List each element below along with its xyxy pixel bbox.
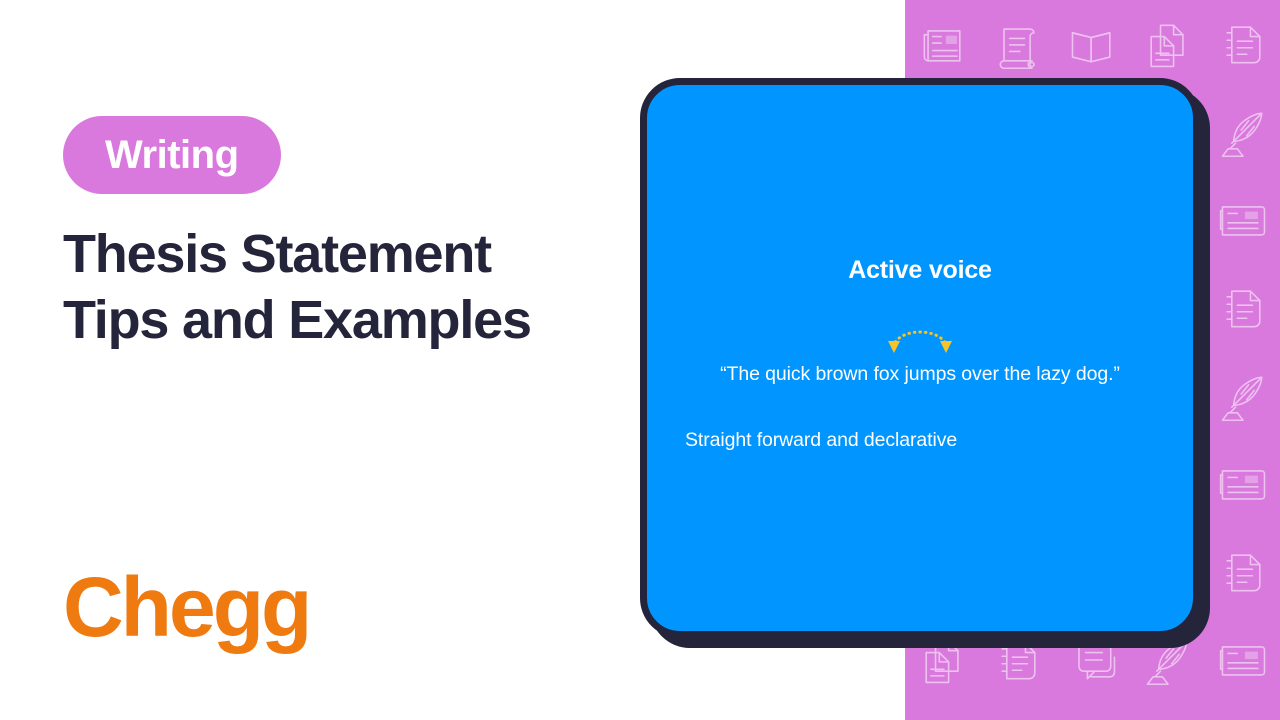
notebook-icon [1215, 16, 1271, 72]
dotted-arc-double-arrow-icon [884, 321, 956, 355]
notebook-icon [1215, 544, 1271, 600]
active-voice-card: Active voice “The quick brown fox jumps … [640, 78, 1200, 638]
card-note: Straight forward and declarative [685, 429, 958, 452]
scroll-icon [990, 16, 1046, 72]
category-badge: Writing [63, 116, 281, 194]
slide-canvas: Active voice “The quick brown fox jumps … [0, 0, 1280, 720]
card-quote: “The quick brown fox jumps over the lazy… [720, 363, 1120, 385]
category-badge-label: Writing [105, 133, 239, 177]
card-heading: Active voice [848, 256, 992, 284]
copy-documents-icon [1140, 16, 1196, 72]
quill-pen-icon [1215, 104, 1271, 160]
notebook-icon [1215, 280, 1271, 336]
quill-pen-icon [1215, 368, 1271, 424]
chegg-logo-text: Chegg [63, 560, 312, 654]
page-title-line-1: Thesis Statement [63, 224, 492, 284]
newspaper-icon [915, 16, 971, 72]
article-card-icon [1215, 192, 1271, 248]
page-title: Thesis Statement Tips and Examples [63, 222, 603, 354]
article-card-icon [1215, 456, 1271, 512]
article-card-icon [1215, 632, 1271, 688]
left-column: Writing Thesis Statement Tips and Exampl… [63, 0, 623, 720]
open-book-icon [1065, 16, 1121, 72]
chegg-logo: Chegg [63, 565, 312, 649]
card-content: Active voice “The quick brown fox jumps … [647, 85, 1193, 452]
page-title-line-2: Tips and Examples [63, 289, 532, 350]
